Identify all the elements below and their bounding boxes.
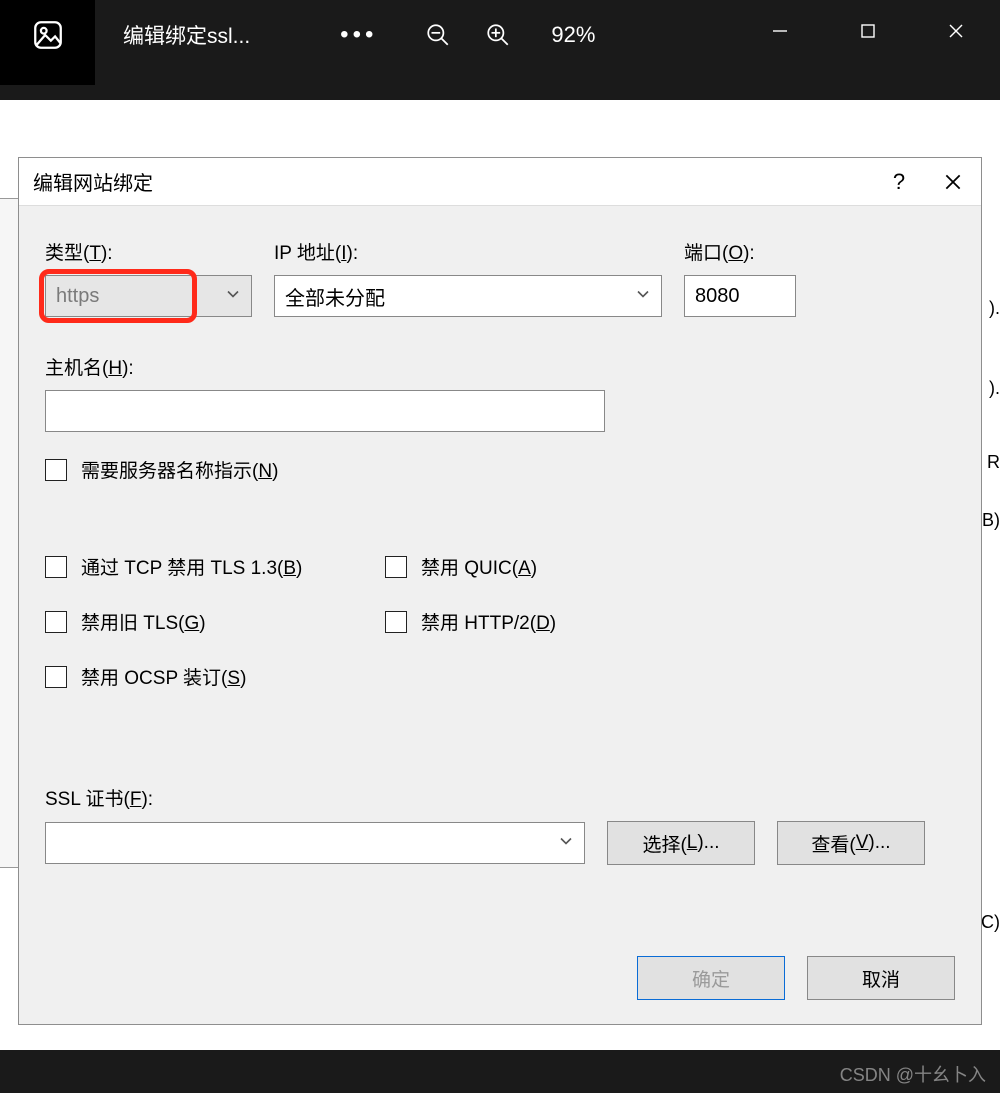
- zoom-in-icon[interactable]: [485, 22, 511, 48]
- port-input[interactable]: [684, 275, 796, 317]
- chevron-down-icon: [225, 285, 241, 308]
- disable-tls13-checkbox[interactable]: 通过 TCP 禁用 TLS 1.3(B): [45, 553, 385, 580]
- chevron-down-icon: [558, 832, 574, 855]
- type-value: https: [56, 285, 99, 308]
- more-icon[interactable]: •••: [340, 21, 377, 49]
- quic-label: 禁用 QUIC(A): [421, 553, 537, 580]
- dialog-help-button[interactable]: ?: [873, 169, 925, 195]
- edit-binding-dialog: 编辑网站绑定 ? 类型(T): https: [18, 157, 982, 1025]
- dialog-title: 编辑网站绑定: [33, 167, 153, 196]
- disable-quic-checkbox[interactable]: 禁用 QUIC(A): [385, 553, 725, 580]
- http2-label: 禁用 HTTP/2(D): [421, 608, 556, 635]
- bg-fragment: C): [981, 912, 1000, 933]
- zoom-percent: 92%: [551, 22, 595, 48]
- type-label: 类型(T):: [45, 238, 252, 265]
- app-title: 编辑绑定ssl...: [123, 20, 250, 50]
- minimize-button[interactable]: [736, 0, 824, 62]
- ip-select[interactable]: 全部未分配: [274, 275, 662, 317]
- chevron-down-icon: [635, 285, 651, 308]
- checkbox-icon: [45, 556, 67, 578]
- bg-fragment: B): [982, 510, 1000, 531]
- ssl-cert-select[interactable]: [45, 822, 585, 864]
- sni-label: 需要服务器名称指示(N): [81, 456, 278, 483]
- sni-checkbox[interactable]: 需要服务器名称指示(N): [45, 456, 955, 483]
- checkbox-icon: [45, 459, 67, 481]
- port-label: 端口(O):: [684, 238, 796, 265]
- ip-value: 全部未分配: [285, 282, 385, 311]
- disable-http2-checkbox[interactable]: 禁用 HTTP/2(D): [385, 608, 725, 635]
- select-cert-button[interactable]: 选择(L)...: [607, 821, 755, 865]
- ok-button[interactable]: 确定: [637, 956, 785, 1000]
- maximize-button[interactable]: [824, 0, 912, 62]
- view-cert-button[interactable]: 查看(V)...: [777, 821, 925, 865]
- disable-ocsp-checkbox[interactable]: 禁用 OCSP 装订(S): [45, 663, 385, 690]
- checkbox-icon: [45, 666, 67, 688]
- app-titlebar: 编辑绑定ssl... ••• 92%: [0, 0, 1000, 70]
- close-button[interactable]: [912, 0, 1000, 62]
- checkbox-icon: [385, 556, 407, 578]
- tls13-label: 通过 TCP 禁用 TLS 1.3(B): [81, 553, 302, 580]
- checkbox-icon: [45, 611, 67, 633]
- thumbnail-icon[interactable]: [0, 0, 95, 85]
- background-left-strip: [0, 198, 18, 868]
- watermark: CSDN @十幺卜入: [840, 1061, 986, 1087]
- host-input[interactable]: [45, 390, 605, 432]
- ssl-cert-label: SSL 证书(F):: [45, 784, 955, 811]
- zoom-out-icon[interactable]: [425, 22, 451, 48]
- bg-fragment: R: [987, 452, 1000, 473]
- dialog-titlebar: 编辑网站绑定 ?: [19, 158, 981, 206]
- dialog-close-button[interactable]: [925, 158, 981, 206]
- bg-fragment: ).: [989, 298, 1000, 319]
- bg-fragment: ).: [989, 378, 1000, 399]
- checkbox-icon: [385, 611, 407, 633]
- type-select: https: [45, 275, 252, 317]
- disable-old-tls-checkbox[interactable]: 禁用旧 TLS(G): [45, 608, 385, 635]
- host-label: 主机名(H):: [45, 353, 955, 380]
- ocsp-label: 禁用 OCSP 装订(S): [81, 663, 246, 690]
- cancel-button[interactable]: 取消: [807, 956, 955, 1000]
- ip-label: IP 地址(I):: [274, 238, 662, 265]
- oldtls-label: 禁用旧 TLS(G): [81, 608, 206, 635]
